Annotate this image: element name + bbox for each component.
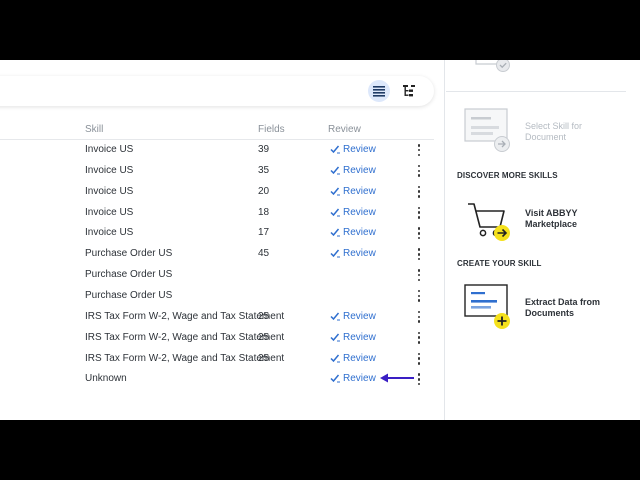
review-check-icon bbox=[330, 208, 340, 217]
extract-data-link[interactable]: Extract Data from Documents bbox=[525, 297, 625, 319]
table-row[interactable]: IRS Tax Form W-2, Wage and Tax Statement… bbox=[0, 349, 434, 370]
select-skill-icon bbox=[464, 108, 510, 152]
review-link[interactable]: Review bbox=[330, 144, 376, 155]
review-check-icon bbox=[330, 187, 340, 196]
letterbox-top bbox=[0, 0, 640, 60]
letterbox-bottom bbox=[0, 420, 640, 480]
create-skill-heading: CREATE YOUR SKILL bbox=[457, 259, 542, 268]
review-link[interactable]: Review bbox=[330, 373, 376, 384]
select-skill-text[interactable]: Select Skill for Document bbox=[525, 121, 625, 143]
review-link[interactable]: Review bbox=[330, 311, 376, 322]
table-row[interactable]: IRS Tax Form W-2, Wage and Tax Statement… bbox=[0, 307, 434, 328]
fields-cell: 18 bbox=[258, 206, 270, 218]
review-check-icon bbox=[330, 312, 340, 321]
skill-cell: Invoice US bbox=[85, 144, 134, 155]
more-options-icon[interactable] bbox=[414, 331, 424, 345]
review-check-icon bbox=[330, 228, 340, 237]
review-check-icon bbox=[330, 354, 340, 362]
list-view-button[interactable] bbox=[368, 80, 390, 102]
documents-list-panel: Skill Fields Review Invoice US 39 Review In… bbox=[0, 60, 445, 420]
review-label: Review bbox=[343, 185, 376, 197]
review-link[interactable]: Review bbox=[330, 207, 376, 218]
fields-cell: 35 bbox=[258, 164, 270, 176]
column-header-review[interactable]: Review bbox=[328, 124, 361, 135]
more-options-icon[interactable] bbox=[414, 352, 424, 366]
table-row[interactable]: Invoice US 39 Review bbox=[0, 140, 434, 161]
tree-view-button[interactable] bbox=[398, 80, 420, 102]
table-row[interactable]: Invoice US 35 Review bbox=[0, 161, 434, 182]
more-options-icon[interactable] bbox=[414, 268, 424, 282]
fields-cell: 39 bbox=[258, 144, 270, 155]
more-options-icon[interactable] bbox=[414, 310, 424, 324]
fields-cell: 25 bbox=[258, 310, 270, 322]
skill-cell: Purchase Order US bbox=[85, 269, 173, 281]
fields-cell: 25 bbox=[258, 331, 270, 343]
skill-cell: Invoice US bbox=[85, 206, 134, 218]
table-header: Skill Fields Review bbox=[0, 122, 434, 140]
more-options-icon[interactable] bbox=[414, 164, 424, 178]
table-row[interactable]: Invoice US 20 Review bbox=[0, 182, 434, 203]
review-link[interactable]: Review bbox=[330, 353, 376, 364]
skill-cell: Invoice US bbox=[85, 164, 134, 176]
discover-skills-heading: DISCOVER MORE SKILLS bbox=[457, 171, 558, 180]
review-label: Review bbox=[343, 331, 376, 343]
side-divider bbox=[446, 91, 626, 92]
review-label: Review bbox=[343, 310, 376, 322]
more-options-icon[interactable] bbox=[414, 185, 424, 199]
skill-cell: Invoice US bbox=[85, 185, 134, 197]
skill-cell: Purchase Order US bbox=[85, 248, 173, 260]
skill-cell: IRS Tax Form W-2, Wage and Tax Statement bbox=[85, 352, 285, 364]
more-options-icon[interactable] bbox=[414, 226, 424, 240]
visit-marketplace-link[interactable]: Visit ABBYY Marketplace bbox=[525, 208, 625, 230]
table-row[interactable]: Purchase Order US bbox=[0, 286, 434, 307]
review-check-icon bbox=[330, 145, 340, 154]
review-label: Review bbox=[343, 206, 376, 218]
column-header-skill[interactable]: Skill bbox=[85, 124, 103, 135]
review-label: Review bbox=[343, 144, 376, 155]
table-row[interactable]: Invoice US 17 Review bbox=[0, 223, 434, 244]
app-screen: Skill Fields Review Invoice US 39 Review In… bbox=[0, 60, 640, 420]
column-header-fields[interactable]: Fields bbox=[258, 124, 285, 135]
tree-view-icon bbox=[403, 85, 415, 97]
review-check-icon bbox=[330, 374, 340, 383]
fields-cell: 20 bbox=[258, 185, 270, 197]
skill-cell: IRS Tax Form W-2, Wage and Tax Statement bbox=[85, 331, 285, 343]
shopping-cart-icon bbox=[468, 203, 510, 241]
table-row[interactable]: Invoice US 18 Review bbox=[0, 203, 434, 224]
review-check-icon bbox=[330, 333, 340, 342]
skill-cell: Purchase Order US bbox=[85, 289, 173, 301]
review-link[interactable]: Review bbox=[330, 227, 376, 238]
skill-cell: IRS Tax Form W-2, Wage and Tax Statement bbox=[85, 310, 285, 322]
fields-cell: 45 bbox=[258, 248, 270, 260]
fields-cell: 17 bbox=[258, 227, 270, 239]
review-label: Review bbox=[343, 248, 376, 260]
skill-cell: Unknown bbox=[85, 373, 127, 385]
review-link[interactable]: Review bbox=[330, 165, 376, 176]
more-options-icon[interactable] bbox=[414, 289, 424, 303]
table-row[interactable]: IRS Tax Form W-2, Wage and Tax Statement… bbox=[0, 328, 434, 349]
review-check-icon bbox=[330, 249, 340, 258]
fields-cell: 25 bbox=[258, 352, 270, 364]
more-options-icon[interactable] bbox=[414, 206, 424, 220]
list-view-icon bbox=[373, 85, 385, 97]
review-label: Review bbox=[343, 352, 376, 364]
review-link[interactable]: Review bbox=[330, 186, 376, 197]
review-check-icon bbox=[330, 166, 340, 175]
review-label: Review bbox=[343, 373, 376, 385]
review-link[interactable]: Review bbox=[330, 248, 376, 259]
document-card-icon bbox=[475, 60, 510, 72]
more-options-icon[interactable] bbox=[414, 247, 424, 261]
table-row[interactable]: Purchase Order US bbox=[0, 265, 434, 286]
review-label: Review bbox=[343, 227, 376, 239]
review-label: Review bbox=[343, 164, 376, 176]
table-row[interactable]: Purchase Order US 45 Review bbox=[0, 244, 434, 265]
extract-data-icon bbox=[464, 284, 510, 329]
skill-cell: Invoice US bbox=[85, 227, 134, 239]
more-options-icon[interactable] bbox=[414, 143, 424, 157]
table-row[interactable]: Unknown Review bbox=[0, 369, 434, 390]
review-link[interactable]: Review bbox=[330, 332, 376, 343]
pointer-arrow-icon bbox=[380, 373, 414, 383]
